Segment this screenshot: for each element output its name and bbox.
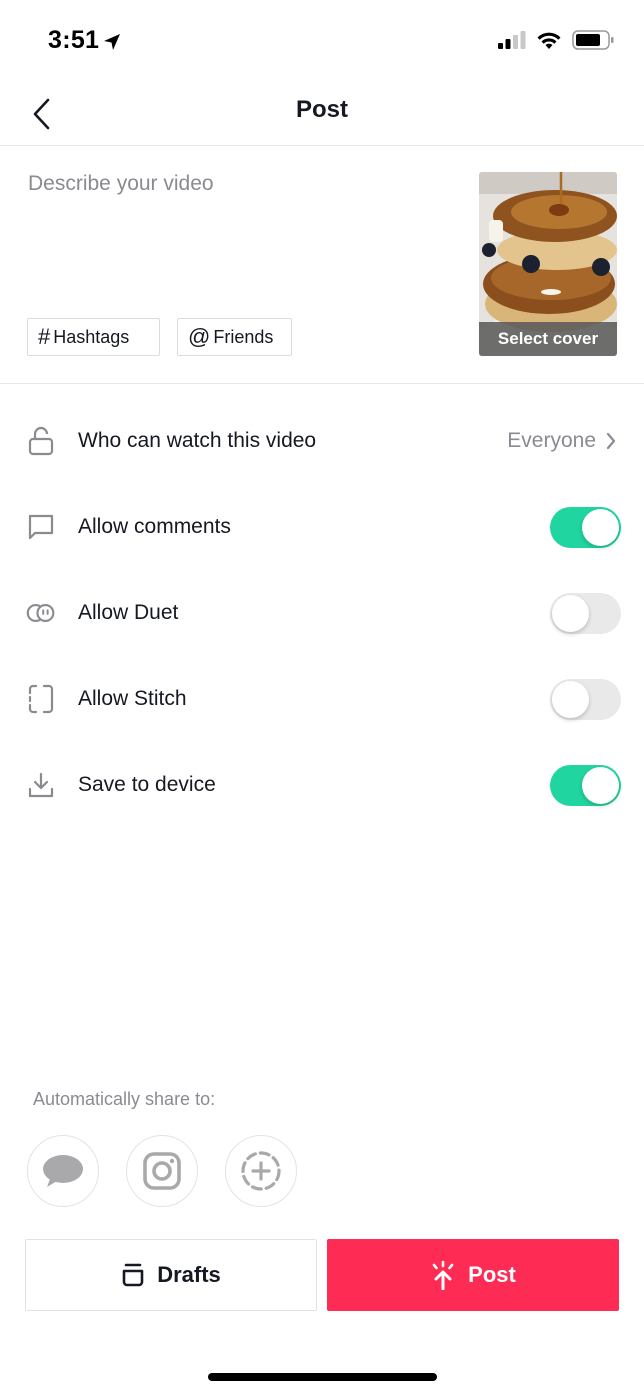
caption-section: # Hashtags @ Friends Select cover: [0, 146, 644, 384]
toggle-knob: [582, 766, 619, 804]
select-cover-label: Select cover: [479, 322, 617, 356]
duet-icon: [26, 598, 56, 628]
share-messages-button[interactable]: [27, 1135, 99, 1207]
toggle-knob: [552, 680, 589, 718]
drafts-icon: [122, 1263, 144, 1287]
allow-duet-toggle[interactable]: [550, 592, 621, 634]
post-label: Post: [468, 1262, 516, 1287]
drafts-label: Drafts: [157, 1262, 221, 1287]
select-cover-button[interactable]: Select cover: [479, 172, 617, 356]
share-story-button[interactable]: [225, 1135, 297, 1207]
post-button[interactable]: Post: [327, 1239, 619, 1311]
hashtags-label: Hashtags: [53, 326, 130, 347]
add-story-icon: [241, 1151, 281, 1191]
allow-comments-toggle[interactable]: [550, 506, 621, 548]
hashtags-button[interactable]: # Hashtags: [27, 318, 160, 356]
home-indicator[interactable]: [208, 1373, 437, 1381]
page-title: Post: [295, 96, 348, 123]
save-to-device-toggle[interactable]: [550, 764, 621, 806]
drafts-button[interactable]: Drafts: [25, 1239, 317, 1311]
hashtag-icon: #: [38, 324, 51, 349]
save-to-device-row: Save to device: [0, 742, 644, 828]
friends-button[interactable]: @ Friends: [177, 318, 292, 356]
navigation-bar: Post: [0, 84, 644, 146]
stitch-icon: [26, 684, 56, 714]
caption-input[interactable]: [28, 172, 458, 302]
chevron-right-icon: [606, 432, 616, 450]
status-time: 3:51: [48, 26, 121, 55]
toggle-knob: [582, 508, 619, 546]
cellular-signal-icon: [498, 31, 526, 49]
friends-label: Friends: [213, 326, 274, 347]
instagram-icon: [143, 1152, 181, 1190]
privacy-row[interactable]: Who can watch this video Everyone: [0, 398, 644, 484]
allow-duet-row: Allow Duet: [0, 570, 644, 656]
messages-icon: [43, 1155, 83, 1187]
clock: 3:51: [48, 26, 100, 54]
post-settings: Who can watch this video Everyone Allow …: [0, 398, 644, 828]
status-bar: 3:51: [0, 0, 644, 84]
auto-share-targets: [27, 1135, 297, 1207]
allow-comments-row: Allow comments: [0, 484, 644, 570]
allow-stitch-label: Allow Stitch: [78, 687, 187, 710]
status-icons: [498, 30, 614, 50]
toggle-knob: [552, 594, 589, 632]
share-instagram-button[interactable]: [126, 1135, 198, 1207]
download-icon: [26, 770, 56, 800]
unlock-icon: [26, 426, 56, 456]
mention-icon: @: [188, 324, 211, 349]
allow-stitch-row: Allow Stitch: [0, 656, 644, 742]
post-sparkle-arrow-icon: [432, 1260, 454, 1290]
allow-duet-label: Allow Duet: [78, 601, 179, 624]
privacy-label: Who can watch this video: [78, 429, 317, 452]
location-arrow-icon: [104, 33, 121, 50]
allow-stitch-toggle[interactable]: [550, 678, 621, 720]
privacy-value: Everyone: [507, 429, 596, 452]
save-to-device-label: Save to device: [78, 773, 216, 796]
wifi-icon: [537, 32, 561, 49]
auto-share-label: Automatically share to:: [33, 1089, 216, 1109]
battery-icon: [572, 30, 614, 50]
comment-icon: [26, 512, 56, 542]
privacy-value-button[interactable]: Everyone: [507, 429, 616, 453]
allow-comments-label: Allow comments: [78, 515, 231, 538]
